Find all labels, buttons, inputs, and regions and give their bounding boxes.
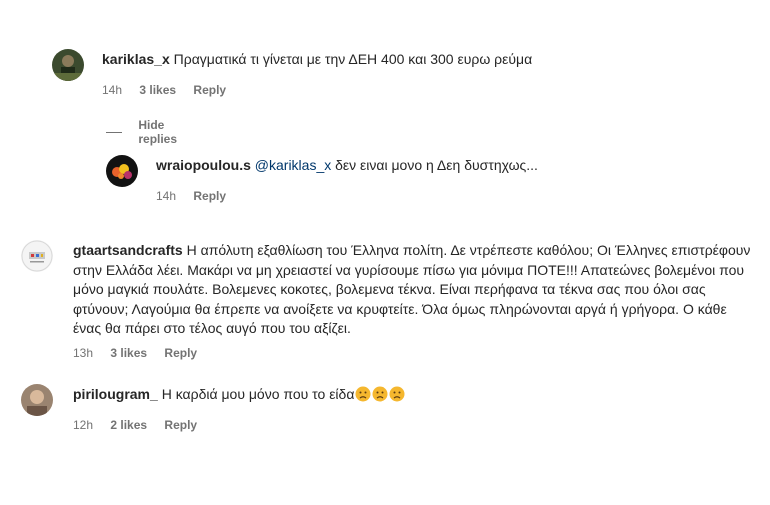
comment-username[interactable]: kariklas_x (102, 51, 170, 67)
likes-count[interactable]: 3 likes (110, 346, 147, 360)
sad-face-emoji (372, 386, 388, 402)
divider-line (106, 131, 123, 133)
reply-button[interactable]: Reply (164, 346, 197, 360)
comment-username[interactable]: pirilougram_ (73, 386, 158, 402)
comment-body: kariklas_x Πραγματικά τι γίνεται με την … (102, 50, 702, 70)
sad-face-emoji (389, 386, 405, 402)
avatar[interactable] (21, 240, 53, 272)
likes-count[interactable]: 2 likes (110, 418, 147, 432)
comment-time: 14h (102, 83, 123, 97)
avatar[interactable] (106, 155, 138, 187)
mention-link[interactable]: @kariklas_x (255, 157, 331, 173)
comment-text: Η καρδιά μου μόνο που το είδα (161, 386, 355, 402)
sad-face-emoji (355, 386, 371, 402)
comment-body: pirilougram_ Η καρδιά μου μόνο που το εί… (73, 385, 673, 405)
reply-button[interactable]: Reply (164, 418, 197, 432)
reply-button[interactable]: Reply (193, 83, 226, 97)
reply-username[interactable]: wraiopoulou.s (156, 157, 251, 173)
reply-button[interactable]: Reply (193, 189, 226, 203)
comment-meta: 13h 3 likes Reply (73, 346, 211, 360)
hide-replies-label: Hide replies (138, 118, 178, 146)
avatar[interactable] (52, 49, 84, 81)
comment-time: 12h (73, 418, 94, 432)
avatar[interactable] (21, 384, 53, 416)
comment-text: Πραγματικά τι γίνεται με την ΔΕΗ 400 και… (173, 51, 533, 67)
reply-body: wraiopoulou.s @kariklas_x δεν ειναι μονο… (156, 156, 716, 176)
comment-username[interactable]: gtaartsandcrafts (73, 242, 183, 258)
comment-time: 13h (73, 346, 94, 360)
hide-replies-button[interactable]: Hide replies (106, 118, 185, 146)
reply-meta: 14h Reply (156, 189, 240, 203)
reply-text: δεν ειναι μονο η Δεη δυστηχως... (335, 157, 538, 173)
comment-body: gtaartsandcrafts Η απόλυτη εξαθλίωση του… (73, 241, 753, 339)
comment-meta: 12h 2 likes Reply (73, 418, 211, 432)
likes-count[interactable]: 3 likes (139, 83, 176, 97)
comment-meta: 14h 3 likes Reply (102, 83, 240, 97)
reply-time: 14h (156, 189, 177, 203)
